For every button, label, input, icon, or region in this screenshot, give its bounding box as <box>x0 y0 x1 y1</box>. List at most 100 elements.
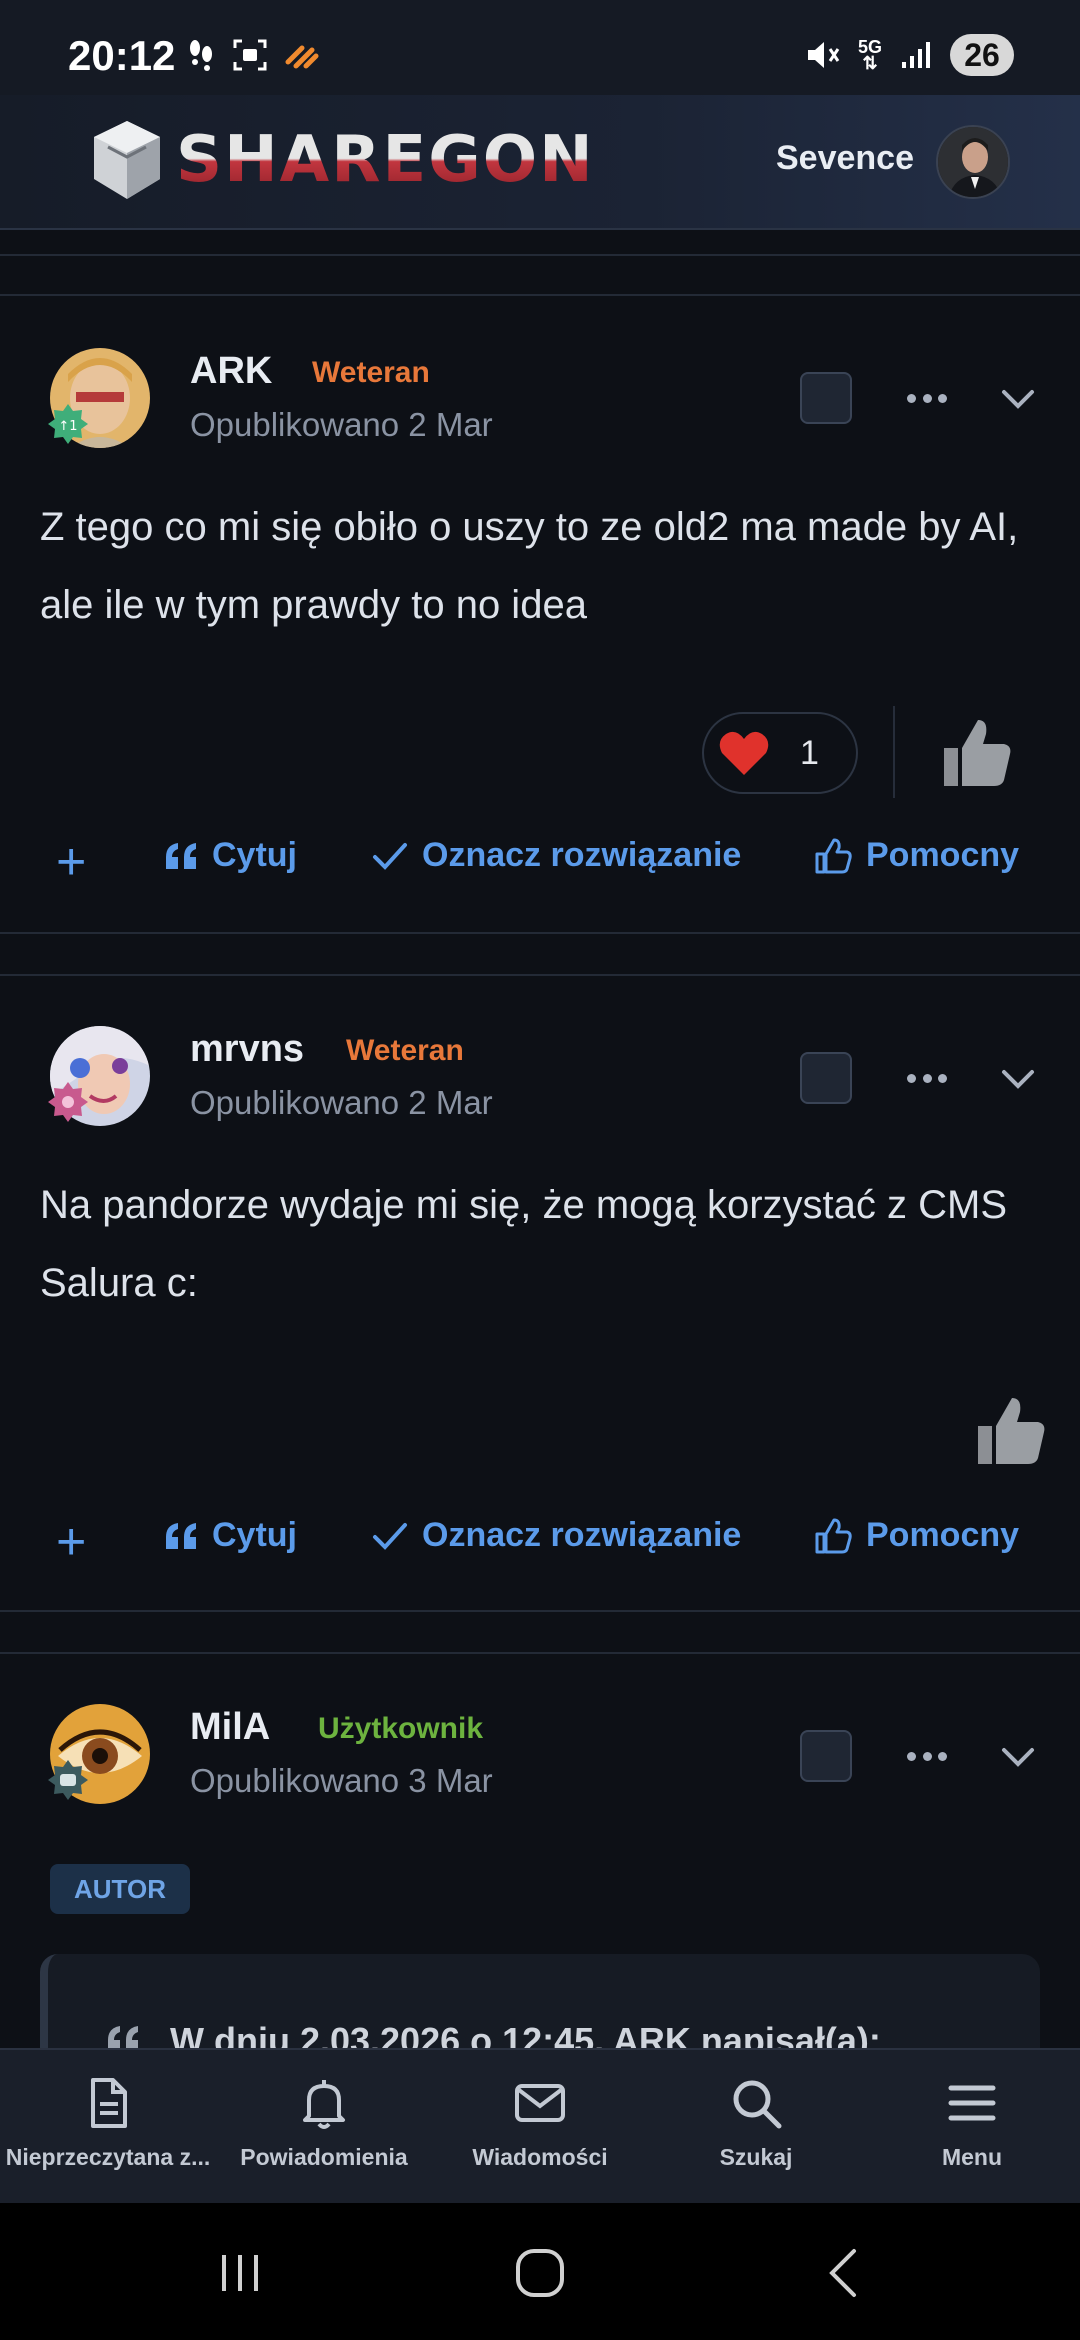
bottom-navigation: Nieprzeczytana z... Powiadomienia Wiadom… <box>0 2048 1080 2203</box>
author-name[interactable]: mrvns <box>190 1028 304 1071</box>
status-notification-icons <box>186 38 320 72</box>
post-date[interactable]: Opublikowano 2 Mar <box>190 1084 493 1122</box>
quote-citation[interactable]: W dniu 2.03.2026 o 12:45, ARK napisał(a)… <box>170 2020 881 2048</box>
signal-icon <box>902 42 930 68</box>
post-actions: + Cytuj Oznacz rozwiązanie Pomocny <box>0 1516 1080 1576</box>
envelope-icon <box>515 2084 565 2122</box>
reaction-count: 1 <box>800 733 819 772</box>
add-to-multiquote-button[interactable]: + <box>56 836 86 888</box>
quoted-post: W dniu 2.03.2026 o 12:45, ARK napisał(a)… <box>40 1954 1040 2048</box>
logo-text: SHAREGON <box>176 123 595 197</box>
user-avatar[interactable] <box>936 125 1010 199</box>
post-mrvns: mrvns Weteran Opublikowano 2 Mar Na pand… <box>0 976 1080 1612</box>
quote-label: Cytuj <box>212 836 297 874</box>
nav-messages[interactable]: Wiadomości <box>432 2050 648 2203</box>
thumbs-up-outline-icon <box>815 1518 852 1553</box>
nav-unread[interactable]: Nieprzeczytana z... <box>0 2050 216 2203</box>
thumbs-up-outline-icon <box>815 838 852 873</box>
helpful-button[interactable]: Pomocny <box>814 1516 1019 1555</box>
mark-solution-button[interactable]: Oznacz rozwiązanie <box>372 1516 741 1555</box>
nav-unread-label: Nieprzeczytana z... <box>5 2144 211 2170</box>
avatar-portrait-icon <box>938 127 1008 197</box>
more-options-button[interactable] <box>907 392 947 404</box>
quote-button[interactable]: Cytuj <box>164 1516 297 1555</box>
network-type: 5G ⇅ <box>857 37 882 73</box>
author-badge: AUTOR <box>50 1864 190 1914</box>
status-time: 20:12 <box>68 32 176 79</box>
post-date[interactable]: Opublikowano 3 Mar <box>190 1762 493 1800</box>
select-post-checkbox[interactable] <box>800 1052 852 1104</box>
mark-solution-label: Oznacz rozwiązanie <box>422 836 742 874</box>
nav-search-label: Szukaj <box>719 2144 793 2170</box>
battery-level: 26 <box>950 34 1014 76</box>
header-username[interactable]: Sevence <box>776 139 914 178</box>
screen: 20:12 5G ⇅ 26 SHAREGON Sevence ↑1 ARK We… <box>0 0 1080 2340</box>
search-icon <box>733 2080 782 2129</box>
site-logo[interactable]: SHAREGON <box>88 117 595 203</box>
chevron-down-icon[interactable] <box>998 378 1038 418</box>
divider <box>0 932 1080 934</box>
helpful-label: Pomocny <box>866 1516 1020 1554</box>
rank-badge-icon <box>48 1760 88 1800</box>
nav-search[interactable]: Szukaj <box>648 2050 864 2203</box>
author-name[interactable]: ARK <box>190 350 272 393</box>
quote-icon <box>108 2026 138 2048</box>
helpful-label: Pomocny <box>866 836 1020 874</box>
divider <box>0 1610 1080 1612</box>
checkmark-icon <box>373 842 407 870</box>
chevron-down-icon[interactable] <box>998 1058 1038 1098</box>
system-navigation-bar <box>0 2203 1080 2340</box>
divider <box>0 254 1080 256</box>
document-icon <box>91 2078 127 2128</box>
nav-messages-label: Wiadomości <box>472 2144 608 2170</box>
helpful-button[interactable]: Pomocny <box>814 836 1019 875</box>
home-icon[interactable] <box>510 2243 570 2303</box>
nav-menu[interactable]: Menu <box>864 2050 1080 2203</box>
mute-icon <box>807 42 840 68</box>
select-post-checkbox[interactable] <box>800 372 852 424</box>
thumbs-up-icon[interactable] <box>972 1392 1048 1468</box>
quote-icon <box>166 1522 196 1549</box>
site-header: SHAREGON Sevence <box>0 95 1080 230</box>
add-to-multiquote-button[interactable]: + <box>56 1516 86 1568</box>
post-body: Z tego co mi się obiło o uszy to ze old2… <box>40 505 1019 627</box>
reaction-summary[interactable]: 1 <box>702 712 858 794</box>
quote-icon <box>166 842 196 869</box>
mark-solution-label: Oznacz rozwiązanie <box>422 1516 742 1554</box>
nav-notifications-label: Powiadomienia <box>240 2144 408 2170</box>
post-body: Na pandorze wydaje mi się, że mogą korzy… <box>40 1183 1008 1305</box>
bell-icon <box>303 2080 345 2129</box>
quote-button[interactable]: Cytuj <box>164 836 297 875</box>
post-mila: MilA Użytkownik Opublikowano 3 Mar AUTOR… <box>0 1654 1080 2048</box>
author-role: Weteran <box>312 356 430 389</box>
app-notification-icon <box>285 45 319 69</box>
more-options-button[interactable] <box>907 1072 947 1084</box>
post-ark: ↑1 ARK Weteran Opublikowano 2 Mar Z tego… <box>0 296 1080 932</box>
status-right: 5G ⇅ 26 <box>804 34 1014 76</box>
more-options-button[interactable] <box>907 1750 947 1762</box>
thumbs-up-icon[interactable] <box>938 714 1014 790</box>
nav-notifications[interactable]: Powiadomienia <box>216 2050 432 2203</box>
chevron-down-icon[interactable] <box>998 1736 1038 1776</box>
svg-text:↑1: ↑1 <box>58 419 77 434</box>
logo-cube-icon <box>94 121 160 199</box>
author-role: Użytkownik <box>318 1712 484 1745</box>
select-post-checkbox[interactable] <box>800 1730 852 1782</box>
divider <box>893 706 895 798</box>
heart-icon <box>719 731 769 775</box>
post-date[interactable]: Opublikowano 2 Mar <box>190 406 493 444</box>
quote-label: Cytuj <box>212 1516 297 1554</box>
rank-badge-icon <box>48 1082 88 1122</box>
author-role: Weteran <box>346 1034 464 1067</box>
checkmark-icon <box>373 1522 407 1550</box>
post-actions: + Cytuj Oznacz rozwiązanie Pomocny <box>0 836 1080 896</box>
author-name[interactable]: MilA <box>190 1706 270 1749</box>
status-bar: 20:12 5G ⇅ 26 <box>0 0 1080 95</box>
rank-badge-icon: ↑1 <box>48 404 88 444</box>
back-icon[interactable] <box>816 2243 876 2303</box>
footsteps-icon <box>190 40 212 71</box>
screen-record-icon <box>233 39 267 71</box>
nav-menu-label: Menu <box>941 2144 1003 2170</box>
mark-solution-button[interactable]: Oznacz rozwiązanie <box>372 836 741 875</box>
recent-apps-icon[interactable] <box>210 2243 270 2303</box>
